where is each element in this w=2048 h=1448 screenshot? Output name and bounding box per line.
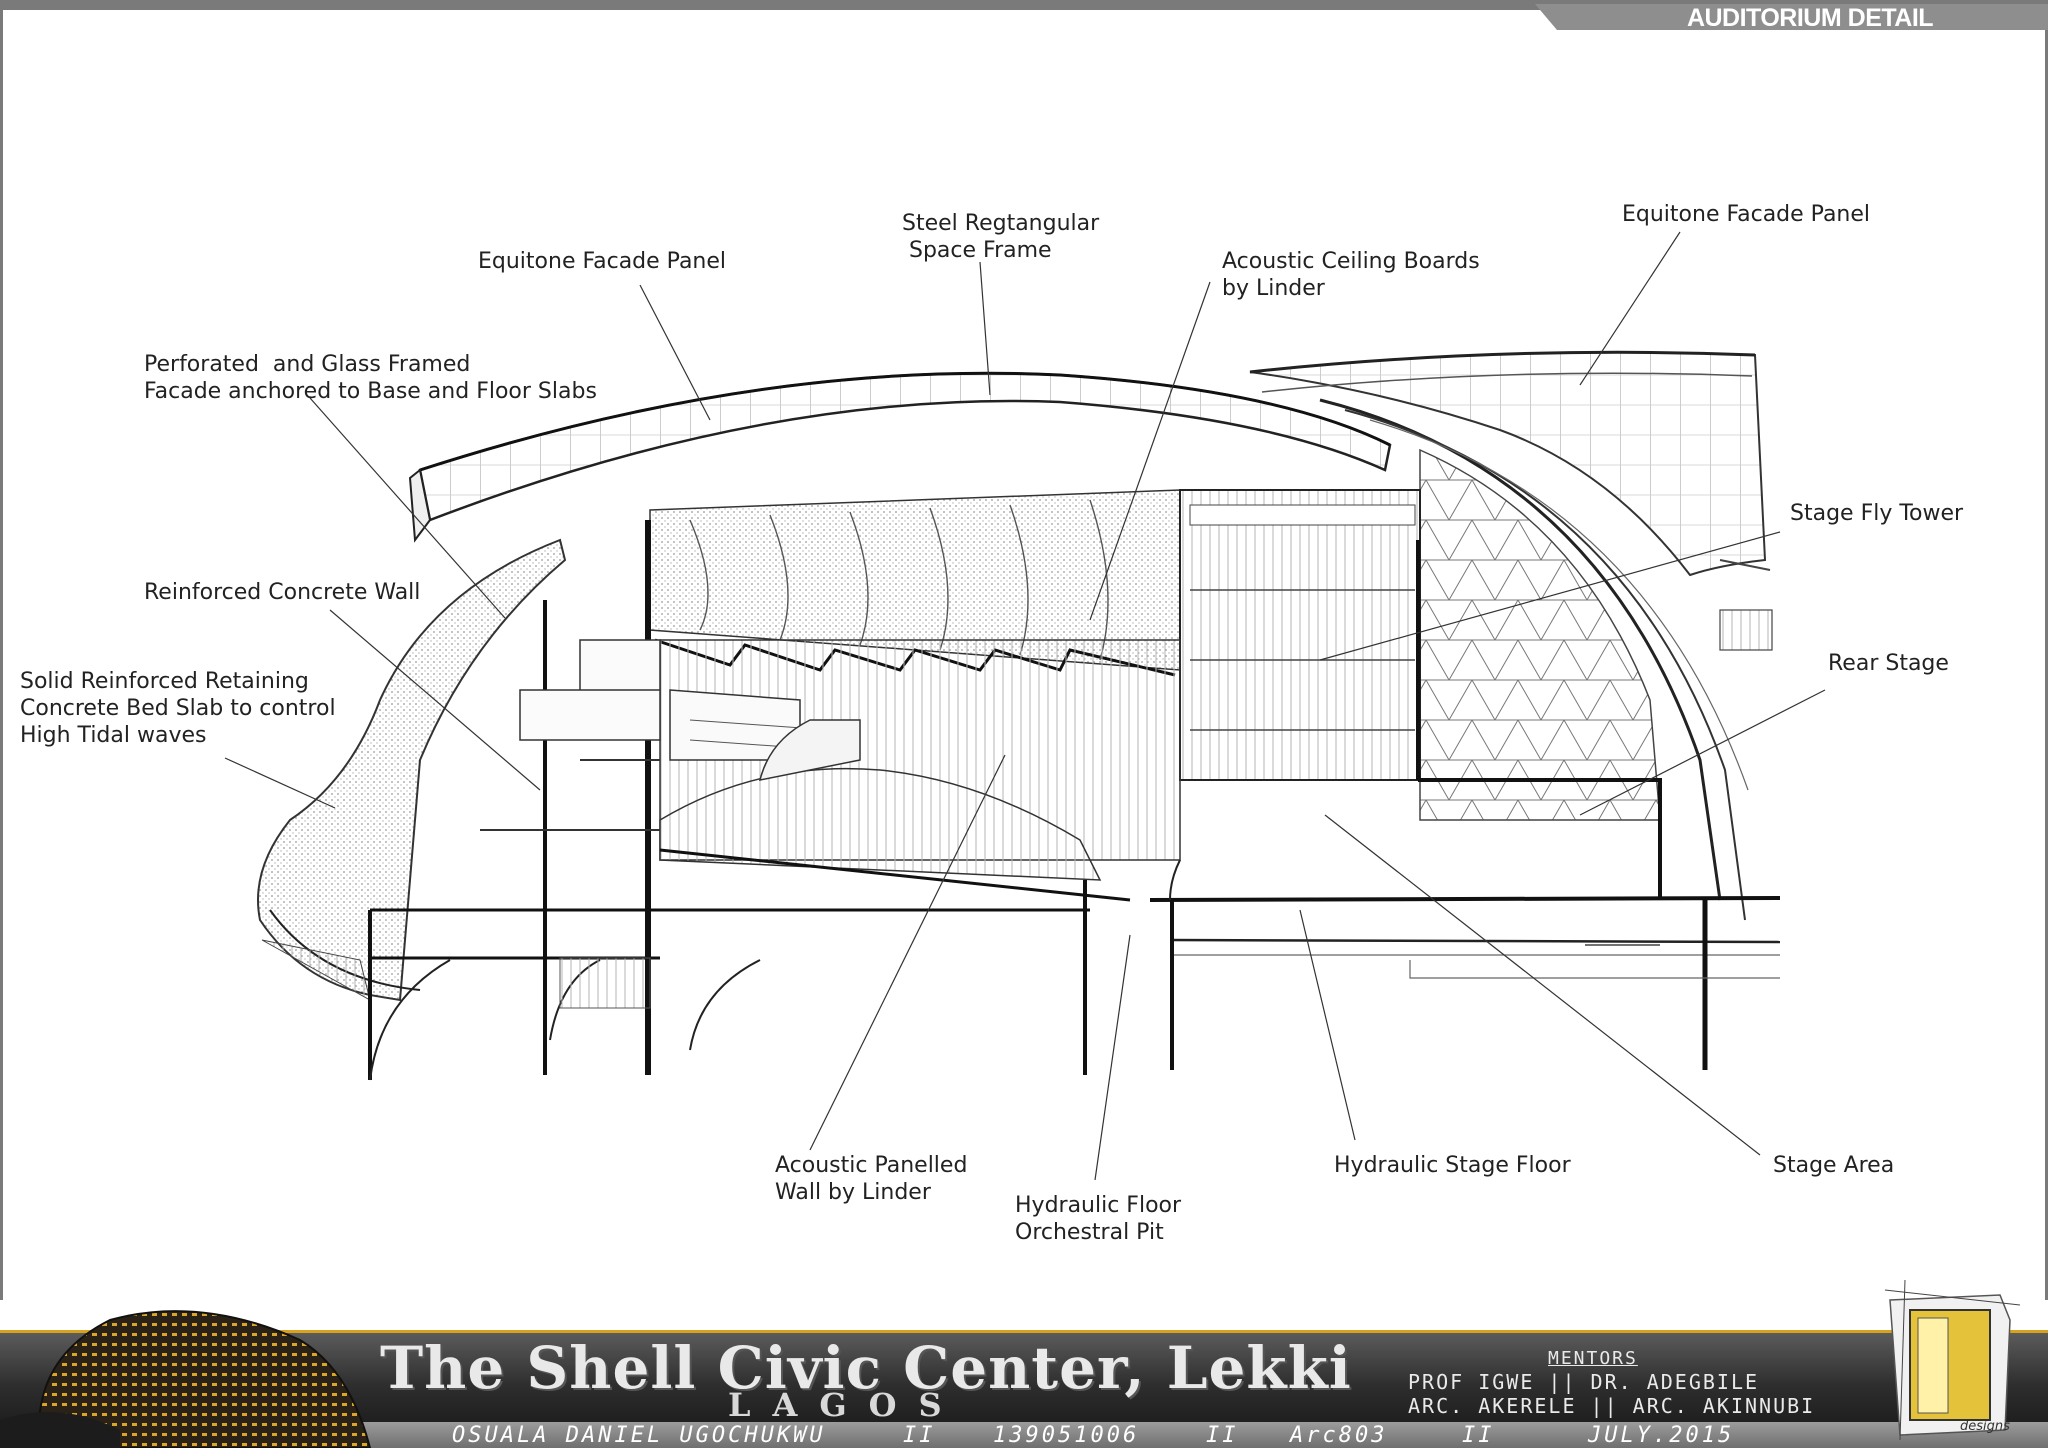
building-thumbnail xyxy=(0,1310,372,1448)
callout-perforated-facade: Perforated and Glass Framed Facade ancho… xyxy=(144,352,597,404)
callout-equitone-right: Equitone Facade Panel xyxy=(1622,202,1870,227)
callout-equitone-left: Equitone Facade Panel xyxy=(478,249,726,274)
mentors-line-2: ARC. AKERELE || ARC. AKINNUBI xyxy=(1408,1394,1816,1418)
callout-rear-stage: Rear Stage xyxy=(1828,651,1949,676)
left-facade-shell xyxy=(257,538,567,1002)
callout-stage-area: Stage Area xyxy=(1773,1153,1894,1178)
callout-acoustic-wall: Acoustic Panelled Wall by Linder xyxy=(775,1153,974,1205)
callout-stage-fly-tower: Stage Fly Tower xyxy=(1790,501,1964,526)
matric-number: 139051006 xyxy=(993,1423,1140,1448)
separator-2: II xyxy=(1206,1423,1239,1448)
callout-acoustic-ceiling: Acoustic Ceiling Boards by Linder xyxy=(1222,249,1487,301)
submission-date: JULY.2015 xyxy=(1588,1423,1735,1448)
student-name: OSUALA DANIEL UGOCHUKWU xyxy=(452,1423,826,1448)
callout-orchestral-pit: Hydraulic Floor Orchestral Pit xyxy=(1015,1193,1188,1245)
logo-wordmark: designs xyxy=(1960,1419,2010,1434)
course-code: Arc803 xyxy=(1290,1423,1388,1448)
mentors-heading: MENTORS xyxy=(1548,1348,1638,1369)
callout-hydraulic-stage: Hydraulic Stage Floor xyxy=(1334,1153,1572,1178)
stage-structure xyxy=(1083,859,1781,1075)
auditorium-section-drawing: Equitone Facade Panel Steel Regtangular … xyxy=(20,202,1964,1245)
space-frame-truss xyxy=(1419,448,1661,821)
mentors-line-1: PROF IGWE || DR. ADEGBILE xyxy=(1408,1370,1760,1394)
callout-steel-frame: Steel Regtangular Space Frame xyxy=(902,211,1106,263)
designer-logo: designs xyxy=(1884,1280,2021,1440)
callout-concrete-wall: Reinforced Concrete Wall xyxy=(144,580,420,605)
separator-1: II xyxy=(903,1423,936,1448)
callout-retaining-slab: Solid Reinforced Retaining Concrete Bed … xyxy=(20,669,343,748)
project-location: LAGOS xyxy=(728,1386,964,1424)
separator-3: II xyxy=(1462,1423,1495,1448)
